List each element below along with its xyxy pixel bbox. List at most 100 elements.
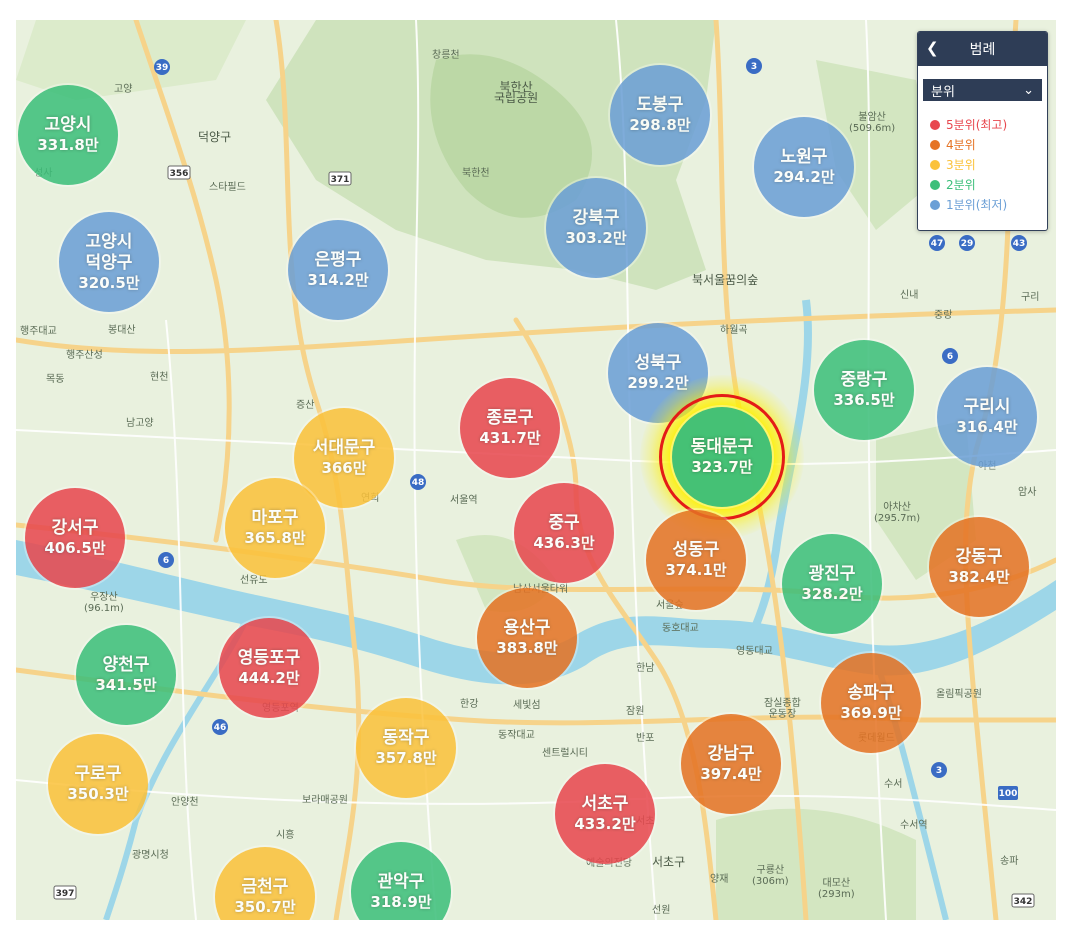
district-value: 336.5만 xyxy=(833,391,895,409)
district-name: 송파구 xyxy=(847,683,895,703)
place-label: 송파 xyxy=(1000,856,1019,867)
district-value: 350.3만 xyxy=(67,785,129,803)
district-name: 종로구 xyxy=(486,408,534,428)
place-label: 잠원 xyxy=(626,706,645,717)
place-label: 센트럴시티 xyxy=(542,748,588,759)
district-name: 도봉구 xyxy=(636,95,684,115)
chevron-left-icon[interactable]: ❮ xyxy=(926,39,939,57)
district-bubble[interactable]: 강남구 397.4만 xyxy=(681,714,781,814)
place-label: 우장산 (96.1m) xyxy=(84,592,124,614)
place-label: 선원 xyxy=(652,905,671,916)
svg-text:6: 6 xyxy=(163,556,169,566)
place-label: 암사 xyxy=(1018,487,1037,498)
district-bubble[interactable]: 강북구 303.2만 xyxy=(546,178,646,278)
district-value: 320.5만 xyxy=(78,273,140,292)
legend-dot xyxy=(930,200,940,210)
district-bubble[interactable]: 도봉구 298.8만 xyxy=(610,65,710,165)
legend-panel: ❮ 범례 분위 ⌄ 5분위(최고) 4분위 3분위 2분위 1분위(최저) xyxy=(917,31,1048,231)
district-name: 고양시 xyxy=(44,115,92,135)
district-bubble[interactable]: 양천구 341.5만 xyxy=(76,625,176,725)
district-bubble[interactable]: 강서구 406.5만 xyxy=(25,488,125,588)
district-bubble[interactable]: 구리시 316.4만 xyxy=(937,367,1037,467)
district-bubble[interactable]: 서초구 433.2만 xyxy=(555,764,655,864)
district-value: 444.2만 xyxy=(238,669,300,687)
district-value: 318.9만 xyxy=(370,893,432,911)
district-value: 294.2만 xyxy=(773,168,835,186)
place-label: 양재 xyxy=(710,874,729,885)
district-name: 서초구 xyxy=(581,794,629,814)
map-canvas[interactable]: 39 3 47 29 43 6 6 46 48 3 100 371 356 39… xyxy=(16,20,1056,920)
svg-text:39: 39 xyxy=(156,63,169,73)
place-label: 목동 xyxy=(46,374,65,385)
district-name: 영등포구 xyxy=(237,648,301,668)
district-value: 316.4만 xyxy=(956,418,1018,436)
legend-list: 5분위(최고) 4분위 3분위 2분위 1분위(최저) xyxy=(918,115,1047,215)
district-bubble[interactable]: 종로구 431.7만 xyxy=(460,378,560,478)
place-label: 하월곡 xyxy=(720,325,748,336)
place-label: 구룡산 (306m) xyxy=(752,865,789,887)
district-bubble[interactable]: 중랑구 336.5만 xyxy=(814,340,914,440)
place-label: 증산 xyxy=(296,400,315,411)
svg-text:6: 6 xyxy=(947,352,953,362)
district-value: 314.2만 xyxy=(307,271,369,289)
district-bubble[interactable]: 은평구 314.2만 xyxy=(288,220,388,320)
district-name: 강서구 xyxy=(51,518,99,538)
district-name: 중구 xyxy=(548,513,580,533)
legend-dot xyxy=(930,180,940,190)
district-value: 433.2만 xyxy=(574,815,636,833)
district-value: 369.9만 xyxy=(840,704,902,722)
district-name: 강남구 xyxy=(707,744,755,764)
svg-text:47: 47 xyxy=(931,239,944,249)
district-bubble[interactable]: 고양시 331.8만 xyxy=(18,85,118,185)
place-label: 올림픽공원 xyxy=(936,689,982,700)
district-bubble[interactable]: 동작구 357.8만 xyxy=(356,698,456,798)
place-label: 한강 xyxy=(460,699,479,710)
legend-dot xyxy=(930,120,940,130)
place-label: 영동대교 xyxy=(736,646,773,657)
district-name: 덕양구 xyxy=(85,252,133,273)
place-label: 남고양 xyxy=(126,418,154,429)
district-bubble[interactable]: 중구 436.3만 xyxy=(514,483,614,583)
place-label: 중랑 xyxy=(934,310,953,321)
district-value: 366만 xyxy=(321,459,367,477)
place-label: 아차산 (295.7m) xyxy=(874,502,921,524)
place-label: 동작대교 xyxy=(498,730,535,741)
district-bubble[interactable]: 강동구 382.4만 xyxy=(929,517,1029,617)
district-bubble[interactable]: 노원구 294.2만 xyxy=(754,117,854,217)
district-bubble[interactable]: 고양시 덕양구 320.5만 xyxy=(59,212,159,312)
district-name: 마포구 xyxy=(251,508,299,528)
district-value: 374.1만 xyxy=(665,561,727,579)
district-value: 357.8만 xyxy=(375,749,437,767)
district-bubble[interactable]: 구로구 350.3만 xyxy=(48,734,148,834)
district-name: 성동구 xyxy=(672,540,720,560)
place-label: 보라매공원 xyxy=(302,795,348,806)
district-bubble[interactable]: 용산구 383.8만 xyxy=(477,588,577,688)
district-bubble[interactable]: 마포구 365.8만 xyxy=(225,478,325,578)
chevron-down-icon: ⌄ xyxy=(1023,82,1034,98)
district-bubble[interactable]: 성동구 374.1만 xyxy=(646,510,746,610)
legend-item: 2분위 xyxy=(930,175,1047,195)
district-bubble[interactable]: 영등포구 444.2만 xyxy=(219,618,319,718)
district-value: 397.4만 xyxy=(700,765,762,783)
quantile-select[interactable]: 분위 ⌄ xyxy=(923,79,1042,101)
place-label: 동호대교 xyxy=(662,623,699,634)
district-bubble[interactable]: 송파구 369.9만 xyxy=(821,653,921,753)
district-value: 331.8만 xyxy=(37,136,99,154)
district-name: 금천구 xyxy=(241,877,289,897)
district-name: 서대문구 xyxy=(312,438,376,458)
district-name: 강북구 xyxy=(572,208,620,228)
district-bubble[interactable]: 광진구 328.2만 xyxy=(782,534,882,634)
place-label: 현천 xyxy=(150,372,169,383)
legend-dot xyxy=(930,140,940,150)
district-name: 양천구 xyxy=(102,655,150,675)
place-label: 행주대교 xyxy=(20,326,57,337)
district-value: 328.2만 xyxy=(801,585,863,603)
place-label: 북서울꿈의숲 xyxy=(692,273,759,287)
district-name: 용산구 xyxy=(503,618,551,638)
district-name: 노원구 xyxy=(780,147,828,167)
place-label: 북한천 xyxy=(462,168,490,179)
place-label: 덕양구 xyxy=(198,130,232,144)
quantile-select-value: 분위 xyxy=(931,84,955,100)
legend-item: 3분위 xyxy=(930,155,1047,175)
place-label: 불암산 (509.6m) xyxy=(849,112,896,134)
